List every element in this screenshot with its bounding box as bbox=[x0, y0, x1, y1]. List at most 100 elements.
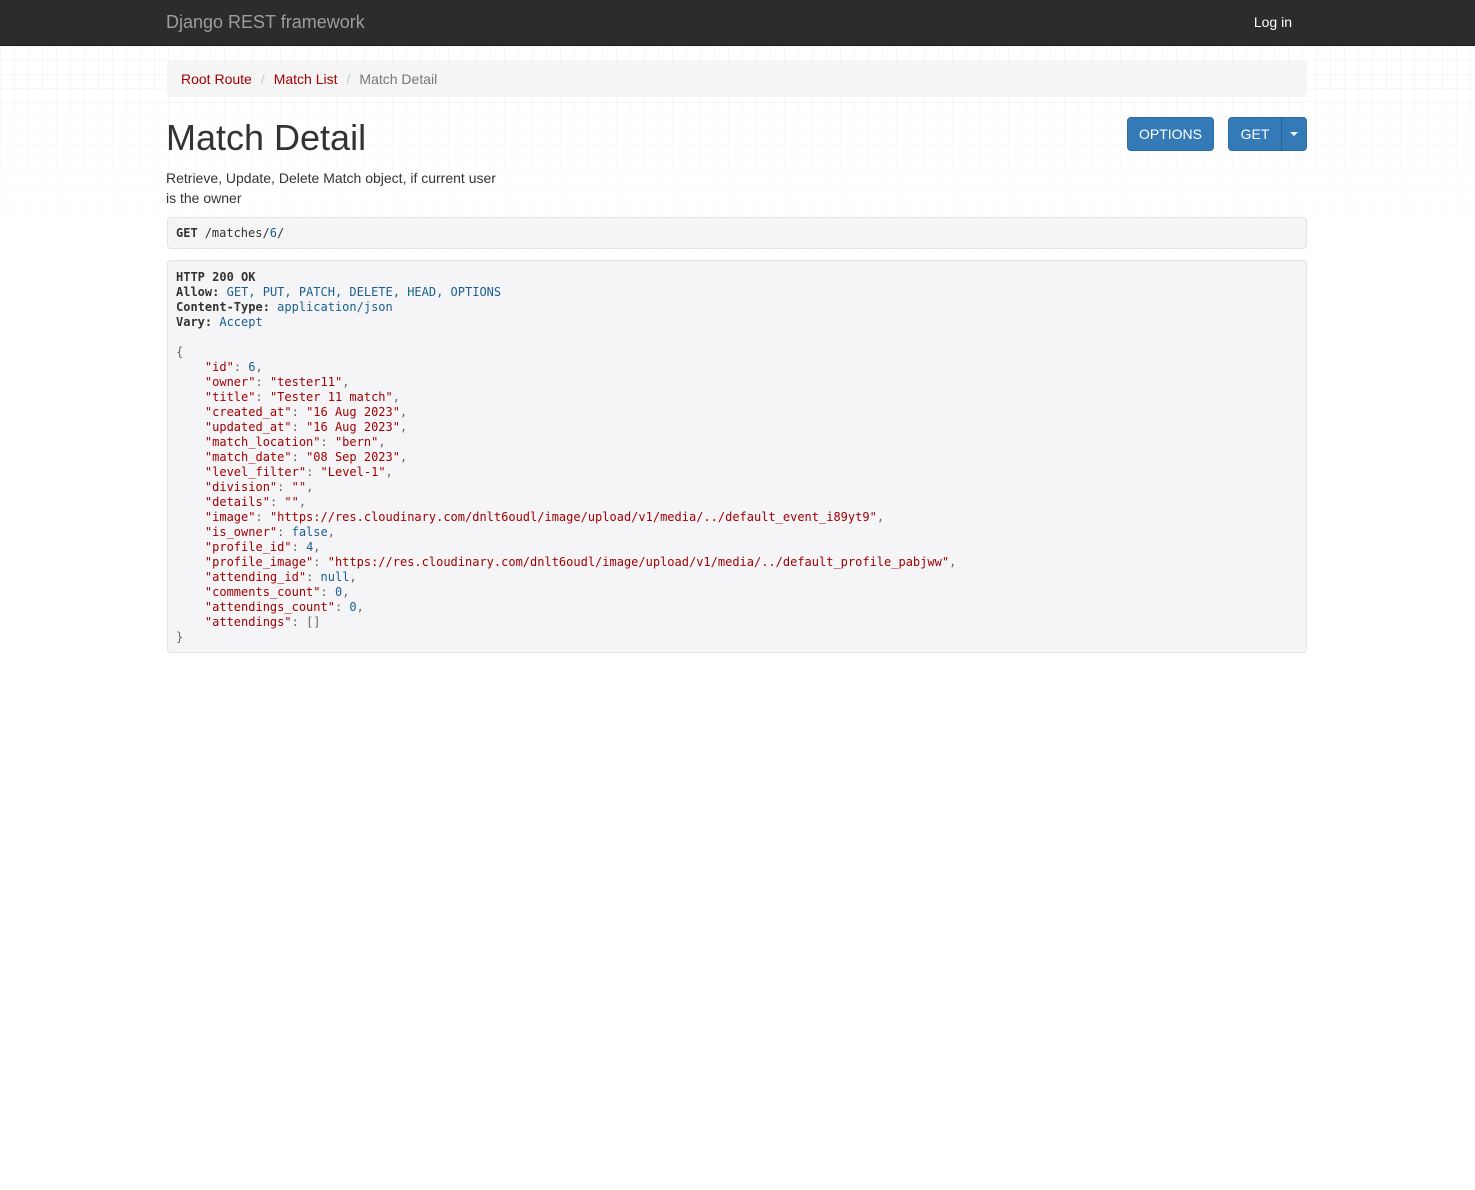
json-key: "comments_count" bbox=[204, 585, 321, 599]
response-header-value: Accept bbox=[219, 315, 263, 329]
breadcrumb-root-route[interactable]: Root Route bbox=[181, 71, 252, 87]
response-status: HTTP 200 OK bbox=[176, 270, 256, 284]
json-key: "match_date" bbox=[204, 450, 292, 464]
json-colon: : bbox=[320, 435, 335, 449]
request-path-prefix: /matches/ bbox=[204, 226, 270, 240]
json-value: "https://res.cloudinary.com/dnlt6oudl/im… bbox=[269, 510, 877, 524]
request-method: GET bbox=[176, 226, 198, 240]
json-colon: : bbox=[291, 405, 307, 419]
json-key: "match_location" bbox=[204, 435, 321, 449]
json-colon: : bbox=[313, 555, 328, 569]
json-comma: , bbox=[392, 390, 400, 404]
json-colon: : bbox=[277, 480, 292, 494]
response-header-value: application/json bbox=[277, 300, 393, 314]
json-key: "profile_id" bbox=[204, 540, 292, 554]
json-comma: , bbox=[342, 375, 350, 389]
login-link[interactable]: Log in bbox=[1254, 14, 1292, 30]
json-key: "id" bbox=[204, 360, 234, 374]
json-value: "bern" bbox=[334, 435, 379, 449]
json-colon: : bbox=[291, 450, 307, 464]
json-comma: , bbox=[949, 555, 957, 569]
main-content: Root Route / Match List / Match Detail M… bbox=[166, 61, 1307, 653]
page-header: Match Detail Retrieve, Update, Delete Ma… bbox=[166, 97, 1307, 206]
json-key: "created_at" bbox=[204, 405, 292, 419]
json-value: "16 Aug 2023" bbox=[306, 405, 400, 419]
json-comma: , bbox=[306, 480, 314, 494]
brand-link[interactable]: Django REST framework bbox=[166, 12, 365, 33]
request-path-id: 6 bbox=[269, 226, 277, 240]
json-comma: , bbox=[876, 510, 885, 524]
json-colon: : bbox=[255, 390, 270, 404]
json-value: "https://res.cloudinary.com/dnlt6oudl/im… bbox=[327, 555, 950, 569]
json-colon: : bbox=[255, 375, 270, 389]
json-colon: : bbox=[306, 465, 321, 479]
json-comma: , bbox=[255, 360, 263, 374]
json-key: "attendings" bbox=[204, 615, 292, 629]
breadcrumb-separator: / bbox=[260, 71, 265, 87]
json-comma: , bbox=[399, 420, 408, 434]
navbar: Django REST framework Log in bbox=[0, 0, 1475, 46]
response-header-key: Allow: bbox=[176, 285, 220, 299]
json-comma: , bbox=[399, 450, 408, 464]
json-colon: : bbox=[291, 540, 307, 554]
json-value: "tester11" bbox=[269, 375, 343, 389]
json-key: "owner" bbox=[204, 375, 256, 389]
json-comma: , bbox=[378, 435, 386, 449]
json-key: "division" bbox=[204, 480, 278, 494]
json-value: false bbox=[291, 525, 328, 539]
json-colon: : bbox=[255, 510, 270, 524]
breadcrumb: Root Route / Match List / Match Detail bbox=[167, 61, 1307, 97]
caret-down-icon bbox=[1290, 132, 1298, 136]
response-header-value: GET, PUT, PATCH, DELETE, HEAD, OPTIONS bbox=[226, 285, 502, 299]
json-key: "details" bbox=[204, 495, 270, 509]
response-header-key: Content-Type: bbox=[176, 300, 270, 314]
request-path-suffix: / bbox=[276, 226, 285, 240]
json-value: [] bbox=[306, 615, 321, 629]
json-value: 6 bbox=[248, 360, 256, 374]
json-key: "profile_image" bbox=[204, 555, 314, 569]
json-value: "08 Sep 2023" bbox=[306, 450, 400, 464]
page-title: Match Detail bbox=[166, 117, 367, 158]
json-value: "Level-1" bbox=[320, 465, 386, 479]
json-colon: : bbox=[277, 525, 292, 539]
request-info: GET/matches/6/ bbox=[167, 217, 1307, 249]
json-colon: : bbox=[306, 570, 321, 584]
json-colon: : bbox=[320, 585, 335, 599]
json-key: "level_filter" bbox=[204, 465, 307, 479]
json-key: "image" bbox=[204, 510, 256, 524]
breadcrumb-separator: / bbox=[346, 71, 351, 87]
json-value: "Tester 11 match" bbox=[269, 390, 393, 404]
json-comma: , bbox=[342, 585, 350, 599]
options-button[interactable]: OPTIONS bbox=[1127, 117, 1214, 151]
page-description: Retrieve, Update, Delete Match object, i… bbox=[166, 170, 496, 206]
response-info: HTTP 200 OK Allow: GET, PUT, PATCH, DELE… bbox=[167, 260, 1307, 653]
json-comma: , bbox=[349, 570, 357, 584]
json-close-brace: } bbox=[176, 630, 184, 644]
json-key: "updated_at" bbox=[204, 420, 292, 434]
json-value: 0 bbox=[349, 600, 357, 614]
breadcrumb-match-list[interactable]: Match List bbox=[274, 71, 338, 87]
json-colon: : bbox=[291, 420, 307, 434]
json-key: "attending_id" bbox=[204, 570, 307, 584]
json-value: "" bbox=[291, 480, 307, 494]
json-value: "16 Aug 2023" bbox=[306, 420, 400, 434]
json-colon: : bbox=[291, 615, 307, 629]
json-comma: , bbox=[356, 600, 364, 614]
response-header-key: Vary: bbox=[176, 315, 213, 329]
json-comma: , bbox=[298, 495, 307, 509]
get-format-dropdown-button[interactable] bbox=[1281, 117, 1307, 151]
json-open-brace: { bbox=[176, 345, 184, 359]
json-key: "title" bbox=[204, 390, 256, 404]
json-value: "" bbox=[284, 495, 299, 509]
json-colon: : bbox=[269, 495, 285, 509]
json-colon: : bbox=[233, 360, 249, 374]
json-colon: : bbox=[334, 600, 350, 614]
json-comma: , bbox=[385, 465, 393, 479]
json-key: "is_owner" bbox=[204, 525, 278, 539]
json-comma: , bbox=[399, 405, 408, 419]
json-comma: , bbox=[313, 540, 321, 554]
json-comma: , bbox=[327, 525, 335, 539]
breadcrumb-active: Match Detail bbox=[359, 71, 438, 87]
json-key: "attendings_count" bbox=[204, 600, 335, 614]
get-button[interactable]: GET bbox=[1228, 117, 1282, 151]
